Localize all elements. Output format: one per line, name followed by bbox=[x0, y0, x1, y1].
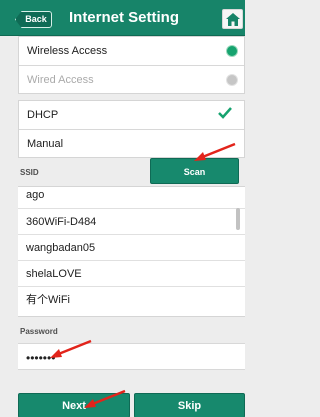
wired-access-label: Wired Access bbox=[27, 74, 94, 86]
password-field[interactable] bbox=[18, 343, 245, 370]
dhcp-option[interactable]: DHCP bbox=[19, 101, 244, 129]
scan-button[interactable]: Scan bbox=[150, 158, 239, 184]
ssid-item[interactable]: shelaLOVE bbox=[18, 260, 245, 286]
password-label: Password bbox=[20, 327, 58, 336]
radio-unselected-icon[interactable] bbox=[226, 74, 238, 86]
ssid-item[interactable]: ago bbox=[18, 187, 245, 208]
next-button[interactable]: Next bbox=[18, 393, 130, 417]
header-bar: Back Internet Setting bbox=[0, 0, 245, 36]
password-input[interactable] bbox=[26, 350, 226, 365]
access-type-card: Wireless Access Wired Access bbox=[18, 36, 245, 94]
radio-selected-icon[interactable] bbox=[226, 45, 238, 57]
ssid-item[interactable]: wangbadan05 bbox=[18, 234, 245, 260]
home-icon bbox=[226, 13, 240, 26]
dhcp-label: DHCP bbox=[27, 109, 59, 121]
ssid-label: SSID bbox=[20, 168, 39, 177]
ssid-item[interactable]: 360WiFi-D484 bbox=[18, 208, 245, 234]
page-title: Internet Setting bbox=[68, 9, 179, 26]
manual-option[interactable]: Manual bbox=[19, 129, 244, 157]
ssid-item[interactable]: 有个WiFi bbox=[18, 286, 245, 312]
wired-access-option[interactable]: Wired Access bbox=[19, 65, 244, 93]
ssid-list[interactable]: ago 360WiFi-D484 wangbadan05 shelaLOVE 有… bbox=[18, 186, 245, 317]
ssid-list-scrollbar[interactable] bbox=[236, 208, 240, 230]
checkmark-icon bbox=[218, 107, 232, 119]
skip-button[interactable]: Skip bbox=[134, 393, 245, 417]
wireless-access-option[interactable]: Wireless Access bbox=[19, 37, 244, 65]
back-button[interactable]: Back bbox=[15, 11, 52, 28]
home-button[interactable] bbox=[222, 9, 243, 29]
ip-mode-card: DHCP Manual bbox=[18, 100, 245, 158]
wireless-access-label: Wireless Access bbox=[27, 45, 108, 57]
manual-label: Manual bbox=[27, 138, 64, 150]
